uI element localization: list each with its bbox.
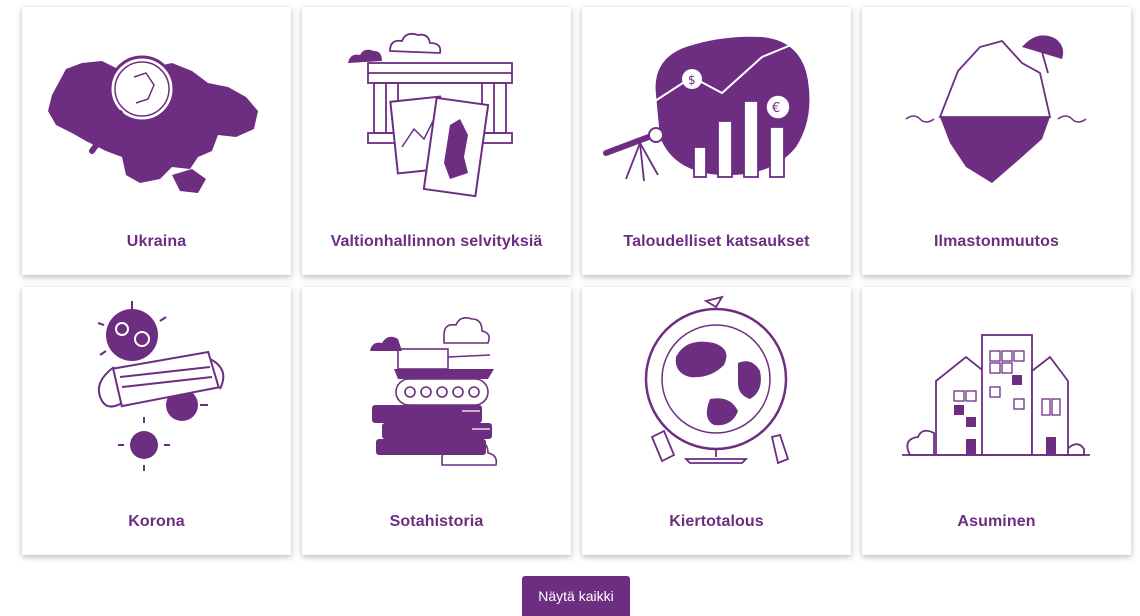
category-label: Kiertotalous <box>669 513 764 530</box>
category-label: Asuminen <box>957 513 1036 530</box>
category-label: Taloudelliset katsaukset <box>623 233 810 250</box>
category-card-korona[interactable]: Korona <box>22 287 291 555</box>
category-grid: Ukraina Valtionhallinnon selvityksiä $ €… <box>22 7 1131 555</box>
apartment-buildings-icon <box>862 287 1131 492</box>
category-card-valtionhallinnon-selvityksia[interactable]: Valtionhallinnon selvityksiä <box>302 7 571 275</box>
category-label: Valtionhallinnon selvityksiä <box>330 233 543 250</box>
globe-recycling-icon <box>582 287 851 492</box>
category-card-ilmastonmuutos[interactable]: Ilmastonmuutos <box>862 7 1131 275</box>
category-card-asuminen[interactable]: Asuminen <box>862 287 1131 555</box>
show-all-button[interactable]: Näytä kaikki <box>522 576 630 616</box>
iceberg-umbrella-icon <box>862 7 1131 212</box>
virus-facemask-icon <box>22 287 291 492</box>
category-label: Ukraina <box>126 233 187 250</box>
government-building-documents-icon <box>302 7 571 212</box>
svg-text:$: $ <box>688 73 696 87</box>
category-label: Korona <box>128 513 185 530</box>
ukraine-map-magnifier-icon <box>22 7 291 212</box>
telescope-economy-chart-icon: $ € <box>582 7 851 212</box>
svg-text:€: € <box>772 101 780 116</box>
category-card-sotahistoria[interactable]: Sotahistoria <box>302 287 571 555</box>
category-card-ukraina[interactable]: Ukraina <box>22 7 291 275</box>
tank-books-icon <box>302 287 571 492</box>
category-label: Sotahistoria <box>389 513 484 530</box>
category-card-taloudelliset-katsaukset[interactable]: $ € Taloudelliset katsaukset <box>582 7 851 275</box>
category-card-kiertotalous[interactable]: Kiertotalous <box>582 287 851 555</box>
category-label: Ilmastonmuutos <box>934 233 1059 250</box>
